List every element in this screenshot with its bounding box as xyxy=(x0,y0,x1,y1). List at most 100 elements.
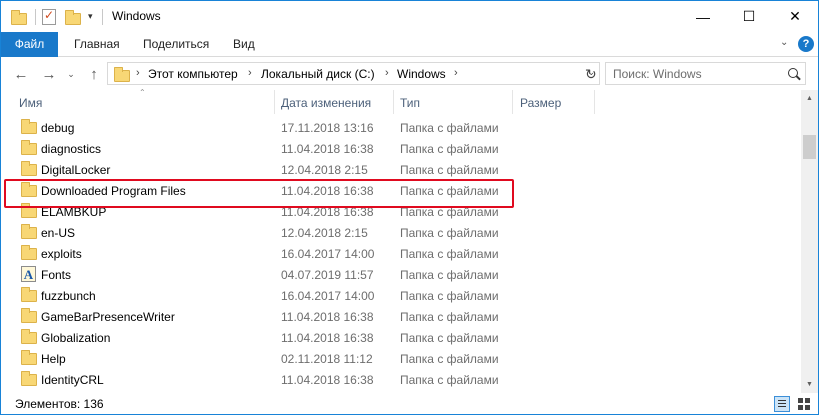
column-divider[interactable] xyxy=(594,90,595,114)
forward-button[interactable]: → xyxy=(38,63,60,85)
refresh-icon[interactable]: ↻ xyxy=(585,67,599,81)
breadcrumb-separator[interactable]: › xyxy=(248,67,252,79)
folder-icon xyxy=(114,67,130,82)
list-item[interactable]: IdentityCRL 11.04.2018 16:38 Папка с фай… xyxy=(1,369,801,390)
list-item[interactable]: fuzzbunch 16.04.2017 14:00 Папка с файла… xyxy=(1,285,801,306)
column-divider[interactable] xyxy=(274,90,275,114)
file-type: Папка с файлами xyxy=(400,310,499,324)
file-name: Help xyxy=(41,352,66,366)
vertical-scrollbar[interactable]: ▲ ▼ xyxy=(801,90,818,393)
properties-icon[interactable] xyxy=(42,8,56,25)
breadcrumb-separator[interactable]: › xyxy=(136,67,140,79)
file-type: Папка с файлами xyxy=(400,142,499,156)
file-type: Папка с файлами xyxy=(400,247,499,261)
column-divider[interactable] xyxy=(512,90,513,114)
search-icon[interactable] xyxy=(788,68,798,78)
file-name: exploits xyxy=(41,247,82,261)
file-name: DigitalLocker xyxy=(41,163,111,177)
breadcrumb-this-pc[interactable]: Этот компьютер xyxy=(148,67,238,81)
folder-icon xyxy=(21,161,37,176)
toolbar-divider xyxy=(102,9,103,25)
status-bar: Элементов: 136 xyxy=(1,393,818,414)
column-header-name[interactable]: Имя xyxy=(19,96,42,110)
sort-up-icon: ⌃ xyxy=(139,88,146,97)
breadcrumb-separator[interactable]: › xyxy=(385,67,389,79)
list-item[interactable]: Globalization 11.04.2018 16:38 Папка с ф… xyxy=(1,327,801,348)
file-name: GameBarPresenceWriter xyxy=(41,310,175,324)
column-header-type[interactable]: Тип xyxy=(400,96,420,110)
help-icon[interactable]: ? xyxy=(798,36,814,52)
file-name: IdentityCRL xyxy=(41,373,104,387)
file-name: diagnostics xyxy=(41,142,102,156)
search-box[interactable] xyxy=(605,62,806,85)
tab-home[interactable]: Главная xyxy=(64,32,130,57)
details-view-icon[interactable] xyxy=(774,396,790,412)
breadcrumb-separator[interactable]: › xyxy=(454,67,458,79)
folder-icon xyxy=(21,245,37,260)
file-date: 11.04.2018 16:38 xyxy=(281,331,374,345)
maximize-button[interactable]: ☐ xyxy=(726,1,772,32)
up-button[interactable]: ↑ xyxy=(83,63,105,85)
quick-access-dropdown-icon[interactable]: ▾ xyxy=(88,11,93,22)
list-item[interactable]: debug 17.11.2018 13:16 Папка с файлами xyxy=(1,117,801,138)
folder-icon xyxy=(21,350,37,365)
column-headers: ⌃ Имя Дата изменения Тип Размер xyxy=(1,88,801,114)
ribbon-tabs: Файл Главная Поделиться Вид ⌄ ? xyxy=(1,32,818,57)
file-name: Fonts xyxy=(41,268,72,282)
file-name: Globalization xyxy=(41,331,111,345)
scrollbar-thumb[interactable] xyxy=(803,135,816,159)
close-button[interactable]: ✕ xyxy=(772,1,818,32)
list-item[interactable]: Help 02.11.2018 11:12 Папка с файлами xyxy=(1,348,801,369)
file-date: 11.04.2018 16:38 xyxy=(281,310,374,324)
column-header-date[interactable]: Дата изменения xyxy=(281,96,371,110)
file-date: 04.07.2019 11:57 xyxy=(281,268,374,282)
large-icons-view-icon[interactable] xyxy=(796,396,812,412)
file-type: Папка с файлами xyxy=(400,373,499,387)
column-header-size[interactable]: Размер xyxy=(520,96,561,110)
folder-icon xyxy=(21,224,37,239)
new-folder-icon[interactable] xyxy=(65,10,81,25)
tab-view[interactable]: Вид xyxy=(223,32,265,57)
folder-icon xyxy=(21,140,37,155)
file-date: 12.04.2018 2:15 xyxy=(281,226,368,240)
scroll-down-icon[interactable]: ▼ xyxy=(801,376,818,393)
file-date: 17.11.2018 13:16 xyxy=(281,121,374,135)
file-type: Папка с файлами xyxy=(400,163,499,177)
item-count: Элементов: 136 xyxy=(15,397,104,411)
list-item[interactable]: exploits 16.04.2017 14:00 Папка с файлам… xyxy=(1,243,801,264)
navigation-bar: ← → ⌄ ↑ › Этот компьютер › Локальный дис… xyxy=(1,58,818,90)
explorer-window: ▾ Windows — ☐ ✕ Файл Главная Поделиться … xyxy=(0,0,819,415)
file-type: Папка с файлами xyxy=(400,331,499,345)
file-name: fuzzbunch xyxy=(41,289,96,303)
tab-share[interactable]: Поделиться xyxy=(133,32,219,57)
scroll-up-icon[interactable]: ▲ xyxy=(801,90,818,107)
back-button[interactable]: ← xyxy=(10,63,32,85)
folder-icon xyxy=(21,308,37,323)
address-bar[interactable]: › Этот компьютер › Локальный диск (C:) ›… xyxy=(107,62,600,85)
file-date: 11.04.2018 16:38 xyxy=(281,373,374,387)
file-type: Папка с файлами xyxy=(400,352,499,366)
recent-locations-icon[interactable]: ⌄ xyxy=(65,63,77,85)
fonts-folder-icon: A xyxy=(21,266,36,282)
list-item[interactable]: A Fonts 04.07.2019 11:57 Папка с файлами xyxy=(1,264,801,285)
list-item[interactable]: GameBarPresenceWriter 11.04.2018 16:38 П… xyxy=(1,306,801,327)
file-name: en-US xyxy=(41,226,76,240)
folder-icon xyxy=(21,329,37,344)
tab-file[interactable]: Файл xyxy=(1,32,58,57)
breadcrumb-windows[interactable]: Windows xyxy=(397,67,446,81)
minimize-button[interactable]: — xyxy=(680,1,726,32)
ribbon-expand-icon[interactable]: ⌄ xyxy=(780,37,788,48)
title-bar: ▾ Windows — ☐ ✕ xyxy=(1,1,818,32)
list-item[interactable]: diagnostics 11.04.2018 16:38 Папка с фай… xyxy=(1,138,801,159)
list-item[interactable]: en-US 12.04.2018 2:15 Папка с файлами xyxy=(1,222,801,243)
file-type: Папка с файлами xyxy=(400,268,499,282)
search-input[interactable] xyxy=(613,63,783,84)
folder-icon xyxy=(21,287,37,302)
list-item[interactable]: DigitalLocker 12.04.2018 2:15 Папка с фа… xyxy=(1,159,801,180)
file-date: 11.04.2018 16:38 xyxy=(281,142,374,156)
highlight-box xyxy=(4,179,514,208)
folder-icon xyxy=(21,371,37,386)
file-name: debug xyxy=(41,121,75,135)
column-divider[interactable] xyxy=(393,90,394,114)
breadcrumb-local-disk[interactable]: Локальный диск (C:) xyxy=(261,67,375,81)
